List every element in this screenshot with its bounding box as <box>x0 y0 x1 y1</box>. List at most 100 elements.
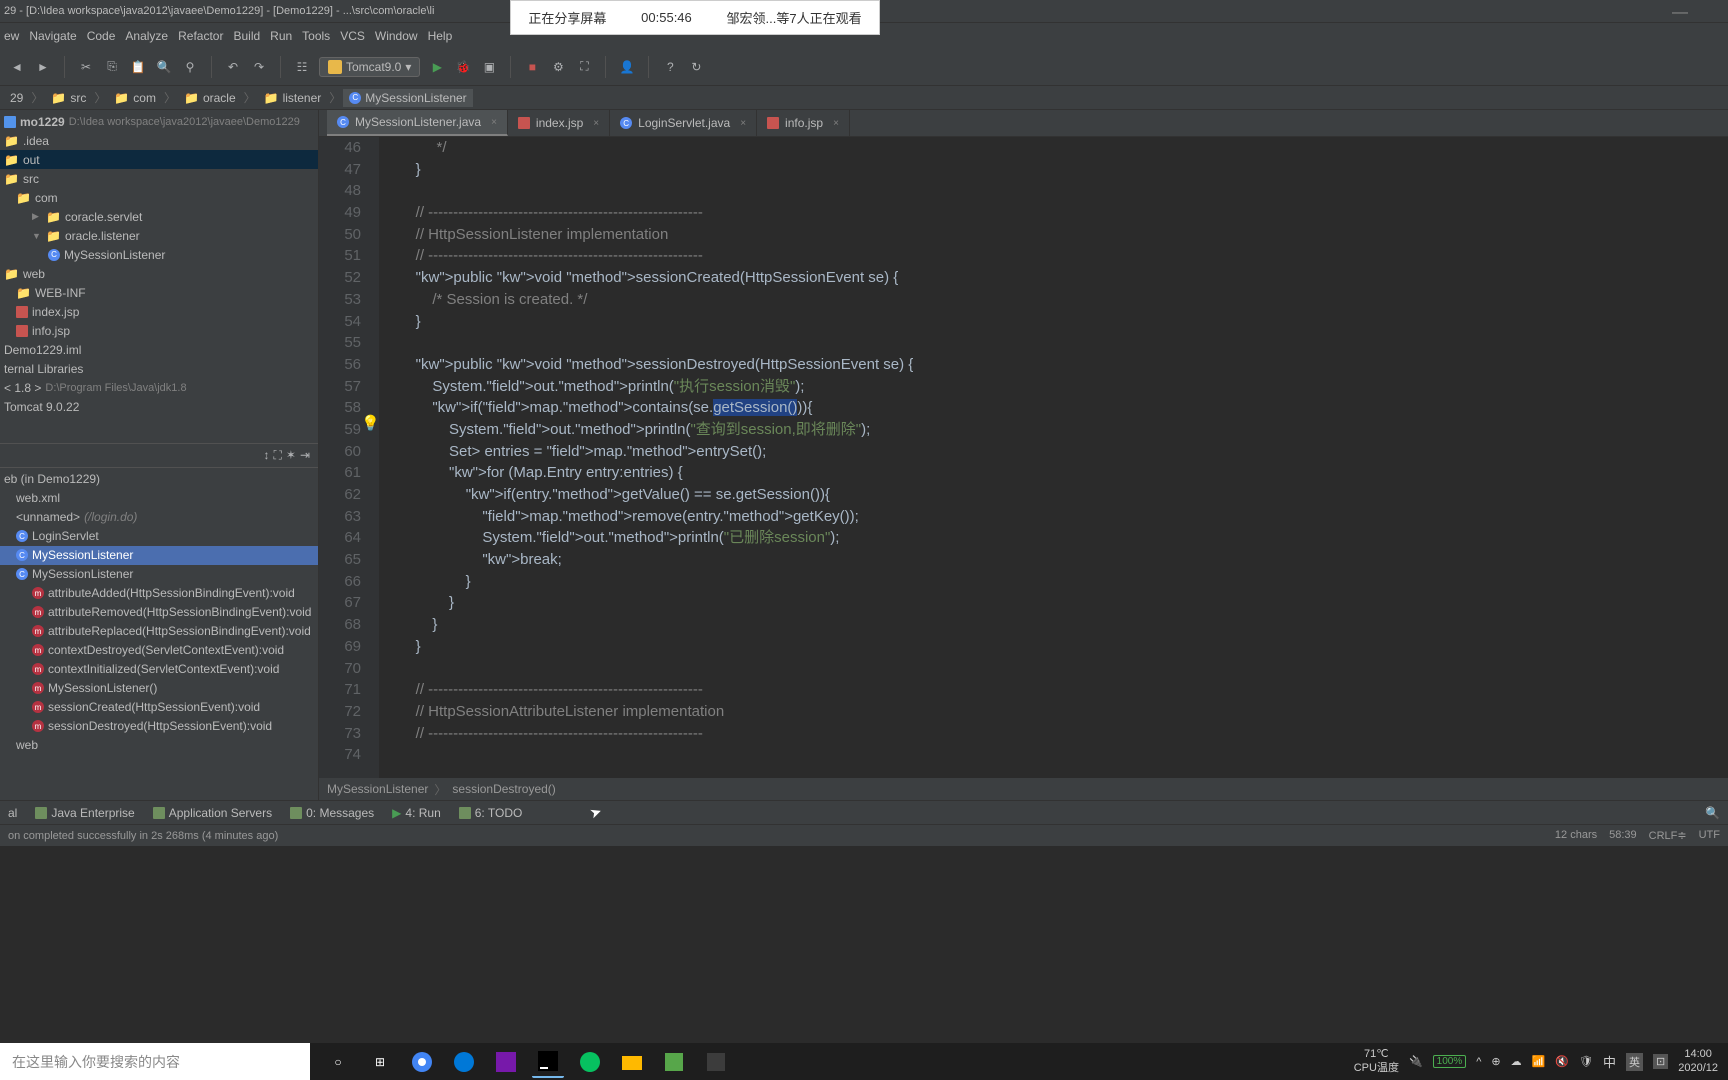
run-config-selector[interactable]: Tomcat9.0 ▾ <box>319 57 420 77</box>
tray-browser-icon[interactable]: ⊕ <box>1491 1055 1500 1068</box>
cut-button[interactable]: ✂ <box>77 58 95 76</box>
chrome-icon[interactable] <box>406 1046 438 1078</box>
tree-item[interactable]: ▼📁oracle.listener <box>0 226 318 245</box>
editor-tab[interactable]: CLoginServlet.java× <box>610 110 757 136</box>
status-linesep[interactable]: CRLF≑ <box>1649 829 1687 842</box>
code-content[interactable]: 💡 */ } // ------------------------------… <box>379 137 1728 778</box>
structure-item[interactable]: CMySessionListener <box>0 565 318 584</box>
tree-item[interactable]: info.jsp <box>0 321 318 340</box>
structure-item[interactable]: msessionDestroyed(HttpSessionEvent):void <box>0 717 318 736</box>
copy-button[interactable]: ⎘ <box>103 58 121 76</box>
tree-root[interactable]: mo1229 D:\Idea workspace\java2012\javaee… <box>0 112 318 131</box>
tray-security-icon[interactable]: 🛡 <box>1579 1055 1593 1068</box>
tool-window-tab[interactable]: al <box>8 806 17 820</box>
tree-item[interactable]: < 1.8 > D:\Program Files\Java\jdk1.8 <box>0 378 318 397</box>
run-button[interactable]: ▶ <box>428 58 446 76</box>
tree-item[interactable]: 📁WEB-INF <box>0 283 318 302</box>
tool-window-tab[interactable]: Application Servers <box>153 806 272 820</box>
tray-chevron-icon[interactable]: ^ <box>1476 1056 1481 1068</box>
tree-item[interactable]: 📁out <box>0 150 318 169</box>
project-tree[interactable]: mo1229 D:\Idea workspace\java2012\javaee… <box>0 110 318 443</box>
editor-tab[interactable]: CMySessionListener.java× <box>327 110 508 136</box>
tree-item[interactable]: ▶📁coracle.servlet <box>0 207 318 226</box>
explorer-icon[interactable] <box>616 1046 648 1078</box>
ime-extra[interactable]: ⊡ <box>1653 1054 1668 1069</box>
tree-item[interactable]: Demo1229.iml <box>0 340 318 359</box>
structure-item[interactable]: web.xml <box>0 489 318 508</box>
intention-bulb-icon[interactable]: 💡 <box>361 413 380 435</box>
notepad-icon[interactable] <box>658 1046 690 1078</box>
structure-item[interactable]: mattributeReplaced(HttpSessionBindingEve… <box>0 622 318 641</box>
tree-item[interactable]: 📁com <box>0 188 318 207</box>
structure-tree[interactable]: eb (in Demo1229) web.xml<unnamed> (/logi… <box>0 468 318 801</box>
tree-item[interactable]: CMySessionListener <box>0 245 318 264</box>
ime-lang[interactable]: 中 <box>1603 1052 1616 1071</box>
onenote-icon[interactable] <box>490 1046 522 1078</box>
menu-build[interactable]: Build <box>233 29 260 43</box>
structure-item[interactable]: mMySessionListener() <box>0 679 318 698</box>
paste-button[interactable]: 📋 <box>129 58 147 76</box>
structure-item[interactable]: msessionCreated(HttpSessionEvent):void <box>0 698 318 717</box>
code-editor[interactable]: 4647484950515253545556575859606162636465… <box>319 137 1728 778</box>
gear-icon[interactable]: ✶ <box>286 448 296 463</box>
help-button[interactable]: ? <box>661 58 679 76</box>
structure-item[interactable]: CMySessionListener <box>0 546 318 565</box>
avatar-button[interactable]: 👤 <box>618 58 636 76</box>
search-icon[interactable]: 🔍 <box>1705 806 1720 820</box>
back-button[interactable]: ◄ <box>8 58 26 76</box>
tray-network-icon[interactable]: 📶 <box>1532 1055 1546 1068</box>
replace-button[interactable]: ⚲ <box>181 58 199 76</box>
update-button[interactable]: ↻ <box>687 58 705 76</box>
bc-class[interactable]: MySessionListener <box>327 782 428 796</box>
tree-item[interactable]: ternal Libraries <box>0 359 318 378</box>
close-icon[interactable]: × <box>491 117 497 128</box>
undo-button[interactable]: ↶ <box>224 58 242 76</box>
breadcrumb-item[interactable]: 📁com <box>108 89 162 107</box>
structure-item[interactable]: mattributeRemoved(HttpSessionBindingEven… <box>0 603 318 622</box>
tree-item[interactable]: 📁web <box>0 264 318 283</box>
structure-button[interactable]: ⛶ <box>575 58 593 76</box>
app-icon[interactable] <box>700 1046 732 1078</box>
close-icon[interactable]: × <box>593 118 599 129</box>
editor-tab[interactable]: info.jsp× <box>757 110 850 136</box>
intellij-icon[interactable] <box>532 1046 564 1078</box>
coverage-button[interactable]: ▣ <box>480 58 498 76</box>
structure-item[interactable]: <unnamed> (/login.do) <box>0 508 318 527</box>
menu-window[interactable]: Window <box>375 29 418 43</box>
close-icon[interactable]: × <box>740 118 746 129</box>
tool-window-tab[interactable]: 0: Messages <box>290 806 374 820</box>
minimize-button[interactable]: — <box>1672 4 1688 22</box>
structure-item[interactable]: CLoginServlet <box>0 527 318 546</box>
menu-code[interactable]: Code <box>87 29 116 43</box>
status-encoding[interactable]: UTF <box>1699 829 1720 842</box>
menu-refactor[interactable]: Refactor <box>178 29 223 43</box>
tool-window-tab[interactable]: Java Enterprise <box>35 806 134 820</box>
hide-icon[interactable]: ⇥ <box>300 448 310 463</box>
structure-root[interactable]: eb (in Demo1229) <box>0 470 318 489</box>
tree-item[interactable]: Tomcat 9.0.22 <box>0 397 318 416</box>
tree-item[interactable]: index.jsp <box>0 302 318 321</box>
menu-help[interactable]: Help <box>428 29 453 43</box>
breadcrumb-item[interactable]: CMySessionListener <box>343 89 472 107</box>
ime-mode[interactable]: 英 <box>1626 1053 1643 1071</box>
tool-window-tab[interactable]: ▶4: Run <box>392 806 441 820</box>
settings-button[interactable]: ⚙ <box>549 58 567 76</box>
structure-item[interactable]: web <box>0 736 318 755</box>
menu-navigate[interactable]: Navigate <box>29 29 76 43</box>
breadcrumb-item[interactable]: 29 <box>4 89 29 107</box>
status-position[interactable]: 58:39 <box>1609 829 1637 842</box>
breadcrumb-item[interactable]: 📁src <box>45 89 92 107</box>
tree-item[interactable]: 📁src <box>0 169 318 188</box>
cortana-icon[interactable]: ○ <box>322 1046 354 1078</box>
stop-button[interactable]: ■ <box>523 58 541 76</box>
cpu-temp-widget[interactable]: 71℃ CPU温度 <box>1354 1048 1399 1074</box>
tray-plug-icon[interactable]: 🔌 <box>1409 1055 1423 1068</box>
expand-icon[interactable]: ⛶ <box>273 448 281 463</box>
battery-indicator[interactable]: 100% <box>1433 1055 1467 1068</box>
taskview-icon[interactable]: ⊞ <box>364 1046 396 1078</box>
structure-item[interactable]: mcontextDestroyed(ServletContextEvent):v… <box>0 641 318 660</box>
bc-method[interactable]: sessionDestroyed() <box>452 782 555 796</box>
structure-item[interactable]: mattributeAdded(HttpSessionBindingEvent)… <box>0 584 318 603</box>
clock-widget[interactable]: 14:00 2020/12 <box>1678 1048 1718 1074</box>
build-button[interactable]: ☷ <box>293 58 311 76</box>
